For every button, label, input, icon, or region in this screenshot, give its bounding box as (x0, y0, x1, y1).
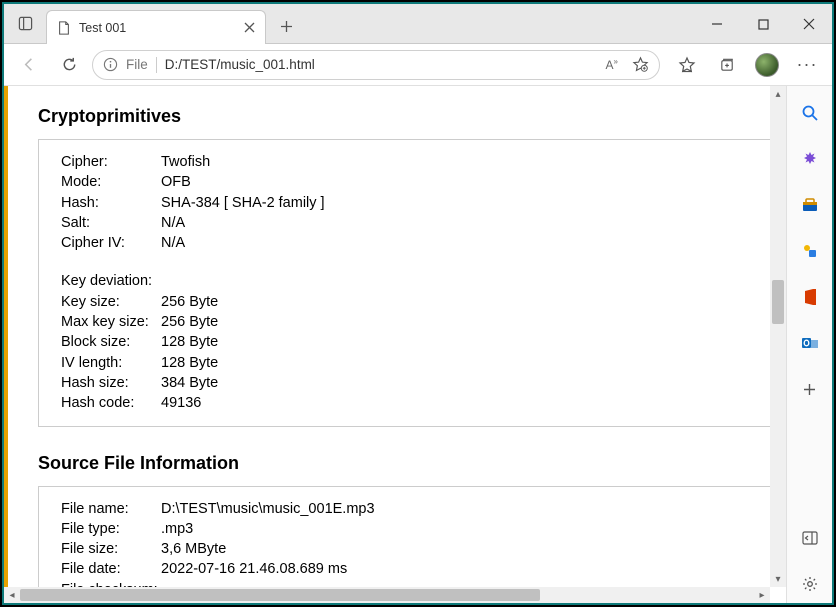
label: Max key size: (61, 312, 161, 332)
label: Key size: (61, 292, 161, 312)
value: 128 Byte (161, 353, 218, 373)
label: File type: (61, 519, 161, 539)
info-icon[interactable] (103, 57, 118, 72)
value: 256 Byte (161, 292, 218, 312)
shopping-icon[interactable] (791, 186, 829, 224)
separator (156, 57, 157, 73)
close-window-button[interactable] (786, 4, 832, 44)
vertical-scrollbar[interactable]: ▴ ▾ (770, 86, 786, 587)
value: 384 Byte (161, 373, 218, 393)
horizontal-scrollbar[interactable]: ◂ ▸ (4, 587, 770, 603)
crypto-box: Cipher:Twofish Mode:OFB Hash:SHA-384 [ S… (38, 139, 770, 427)
settings-icon[interactable] (791, 565, 829, 603)
profile-avatar[interactable] (750, 48, 784, 82)
value: SHA-384 [ SHA-2 family ] (161, 193, 325, 213)
refresh-button[interactable] (52, 48, 86, 82)
maximize-button[interactable] (740, 4, 786, 44)
collapse-sidebar-icon[interactable] (791, 519, 829, 557)
edge-sidebar (786, 86, 832, 603)
page-content: Cryptoprimitives Cipher:Twofish Mode:OFB… (4, 86, 770, 587)
value: Twofish (161, 152, 210, 172)
browser-tab[interactable]: Test 001 (46, 10, 266, 44)
browser-window: Test 001 File D:/TEST/music_001.html (2, 2, 834, 605)
label: IV length: (61, 353, 161, 373)
section-title-crypto: Cryptoprimitives (38, 106, 770, 127)
back-button[interactable] (12, 48, 46, 82)
label: Mode: (61, 172, 161, 192)
label: Hash size: (61, 373, 161, 393)
value: N/A (161, 213, 185, 233)
add-favorite-icon[interactable] (632, 56, 649, 73)
value: .mp3 (161, 519, 193, 539)
label: File date: (61, 559, 161, 579)
window-controls (694, 4, 832, 44)
tab-actions-button[interactable] (4, 3, 46, 43)
url-path: D:/TEST/music_001.html (165, 57, 315, 72)
address-bar: File D:/TEST/music_001.html A» ··· (4, 44, 832, 86)
tools-icon[interactable] (791, 232, 829, 270)
scroll-down-icon[interactable]: ▾ (770, 571, 786, 587)
label: Block size: (61, 332, 161, 352)
titlebar: Test 001 (4, 4, 832, 44)
scroll-up-icon[interactable]: ▴ (770, 86, 786, 102)
label: Hash: (61, 193, 161, 213)
label: Hash code: (61, 393, 161, 413)
value: 128 Byte (161, 332, 218, 352)
label: Salt: (61, 213, 161, 233)
favorites-icon[interactable] (670, 48, 704, 82)
scroll-right-icon[interactable]: ▸ (754, 587, 770, 603)
add-icon[interactable] (791, 370, 829, 408)
collections-icon[interactable] (710, 48, 744, 82)
value: 49136 (161, 393, 201, 413)
scroll-thumb[interactable] (772, 280, 784, 324)
url-box[interactable]: File D:/TEST/music_001.html A» (92, 50, 660, 80)
main-area: Cryptoprimitives Cipher:Twofish Mode:OFB… (4, 86, 832, 603)
file-icon (57, 21, 71, 35)
value: 3,6 MByte (161, 539, 226, 559)
source-box: File name:D:\TEST\music\music_001E.mp3 F… (38, 486, 770, 587)
label: Cipher: (61, 152, 161, 172)
menu-button[interactable]: ··· (790, 48, 824, 82)
search-icon[interactable] (791, 94, 829, 132)
value: N/A (161, 233, 185, 253)
read-aloud-icon[interactable]: A» (606, 57, 618, 72)
label: File checksum: (61, 580, 161, 587)
label: File name: (61, 499, 161, 519)
scroll-left-icon[interactable]: ◂ (4, 587, 20, 603)
url-scheme: File (126, 57, 148, 72)
label: Key deviation: (61, 271, 161, 291)
label: Cipher IV: (61, 233, 161, 253)
outlook-icon[interactable] (791, 324, 829, 362)
close-tab-icon[interactable] (244, 22, 255, 33)
scroll-thumb[interactable] (20, 589, 540, 601)
value: D:\TEST\music\music_001E.mp3 (161, 499, 375, 519)
section-title-source: Source File Information (38, 453, 770, 474)
value: OFB (161, 172, 191, 192)
tab-title: Test 001 (79, 21, 236, 35)
new-tab-button[interactable] (266, 9, 306, 43)
label: File size: (61, 539, 161, 559)
value: 2022-07-16 21.46.08.689 ms (161, 559, 347, 579)
minimize-button[interactable] (694, 4, 740, 44)
discover-icon[interactable] (791, 140, 829, 178)
value: 256 Byte (161, 312, 218, 332)
office-icon[interactable] (791, 278, 829, 316)
